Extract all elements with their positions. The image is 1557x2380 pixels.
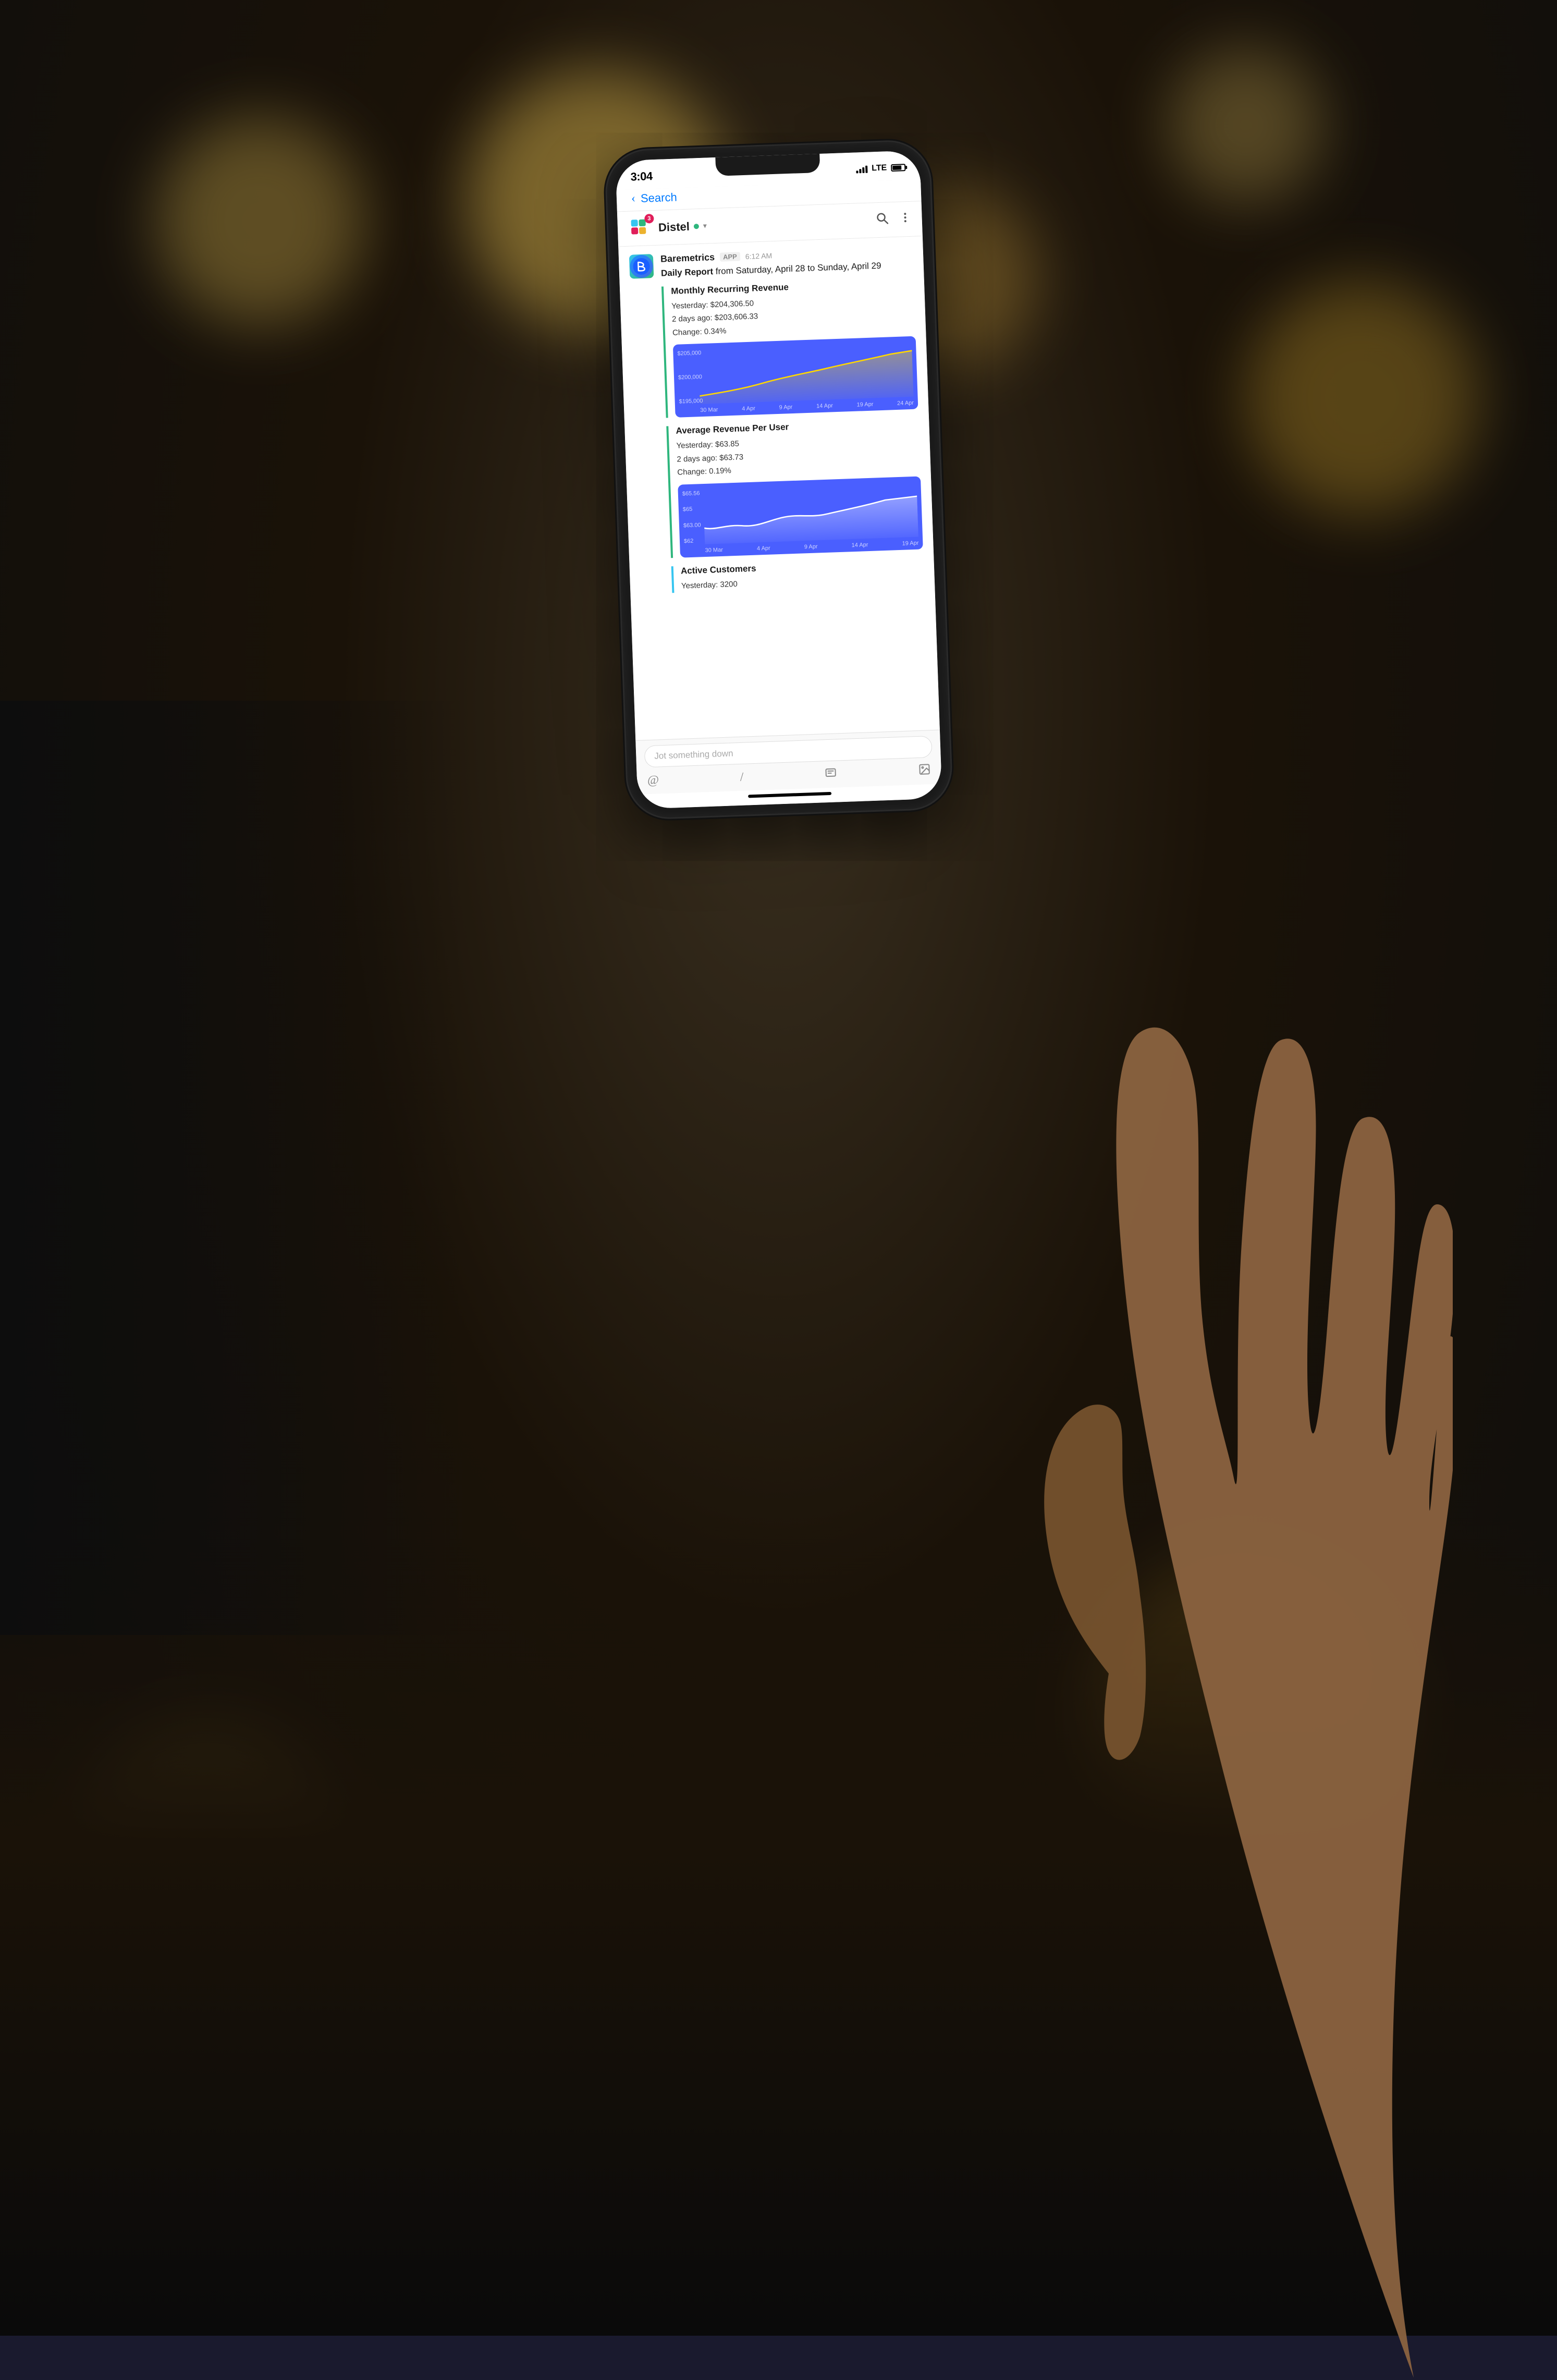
arpu-change-value: 0.19%: [708, 466, 731, 475]
mrr-chart: $205,000 $200,000 $195,000: [672, 336, 918, 418]
mrr-yesterday-value: $204,306.50: [710, 299, 754, 309]
mrr-change-label: Change:: [672, 327, 702, 337]
notification-badge: 3: [644, 214, 654, 224]
battery-icon: [891, 164, 905, 172]
channel-name-row: Distel ▾: [658, 219, 707, 235]
message-content: Baremetrics APP 6:12 AM Daily Report fro…: [660, 245, 924, 601]
active-customers-yesterday-value: 3200: [720, 579, 738, 589]
more-options-icon[interactable]: [899, 211, 912, 227]
search-icon[interactable]: [876, 212, 889, 228]
dropdown-arrow-icon[interactable]: ▾: [703, 222, 707, 230]
message-input[interactable]: Jot something down: [644, 736, 932, 767]
slash-commands-icon[interactable]: /: [740, 771, 744, 785]
mrr-chart-area: [698, 343, 913, 404]
active-customers-card: Active Customers Yesterday: 3200: [671, 557, 924, 593]
arpu-yesterday-value: $63.85: [715, 440, 739, 449]
arpu-chart-y-labels: $65.56 $65 $63.00 $62: [682, 490, 701, 545]
input-toolbar: @ /: [645, 763, 933, 789]
home-bar: [748, 792, 831, 798]
date-range: from Saturday, April 28 to Sunday, April…: [715, 261, 881, 276]
channel-header-actions: [876, 211, 912, 228]
channel-left: 3 Distel ▾: [628, 214, 707, 241]
search-label[interactable]: Search: [640, 190, 677, 205]
attachment-icon[interactable]: [824, 766, 837, 783]
mrr-card: Monthly Recurring Revenue Yesterday: $20…: [661, 277, 918, 418]
mention-icon[interactable]: @: [647, 773, 659, 788]
sender-name: Baremetrics: [660, 252, 715, 265]
arpu-card: Average Revenue Per User Yesterday: $63.…: [666, 418, 923, 558]
arpu-yesterday-label: Yesterday:: [676, 440, 713, 450]
mrr-yesterday-label: Yesterday:: [671, 300, 708, 310]
mrr-change-value: 0.34%: [704, 326, 726, 336]
arpu-change-label: Change:: [677, 467, 707, 477]
arpu-2days-label: 2 days ago:: [677, 454, 717, 464]
arpu-chart: $65.56 $65 $63.00 $62: [678, 476, 923, 557]
phone: 3:04 LTE ‹ Search: [605, 141, 951, 819]
active-customers-yesterday-label: Yesterday:: [681, 580, 718, 590]
online-indicator: [693, 224, 698, 229]
arpu-2days-value: $63.73: [719, 453, 743, 462]
status-time: 3:04: [630, 169, 653, 184]
status-icons: LTE: [855, 163, 905, 174]
app-badge: APP: [719, 252, 740, 261]
message-area: Baremetrics APP 6:12 AM Daily Report fro…: [618, 236, 940, 740]
mrr-2days-value: $203,606.33: [714, 312, 758, 322]
message-time: 6:12 AM: [745, 251, 772, 261]
input-area: Jot something down @ /: [635, 730, 941, 795]
lte-badge: LTE: [871, 163, 887, 173]
channel-name: Distel: [658, 220, 690, 235]
arpu-chart-area: [703, 482, 918, 544]
phone-screen: 3:04 LTE ‹ Search: [615, 150, 942, 809]
mrr-2days-label: 2 days ago:: [671, 313, 712, 324]
mrr-details: Yesterday: $204,306.50 2 days ago: $203,…: [671, 291, 915, 339]
back-arrow-icon[interactable]: ‹: [631, 191, 635, 205]
signal-bars-icon: [855, 165, 867, 174]
image-icon[interactable]: [918, 763, 931, 779]
phone-notch: [715, 154, 820, 176]
baremetrics-message: Baremetrics APP 6:12 AM Daily Report fro…: [629, 245, 924, 603]
arpu-details: Yesterday: $63.85 2 days ago: $63.73 Cha…: [676, 431, 920, 480]
baremetrics-avatar: [629, 254, 654, 279]
